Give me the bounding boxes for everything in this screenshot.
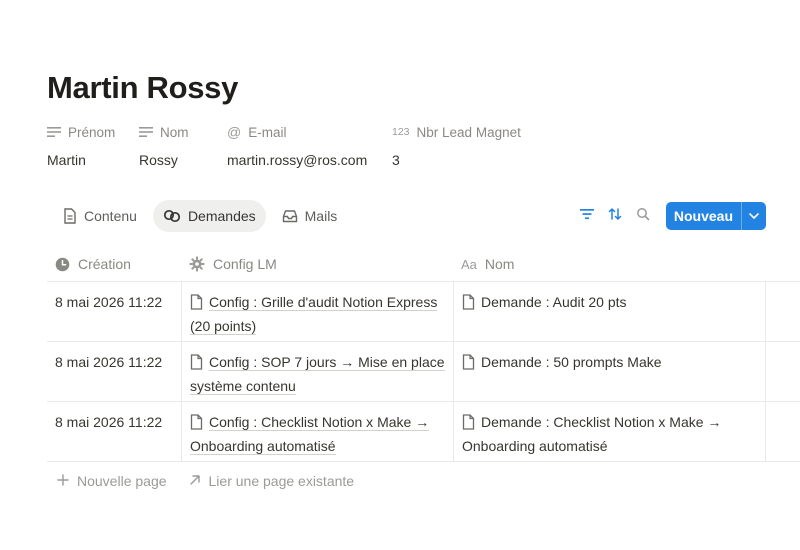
column-label: Nom: [484, 256, 515, 272]
property-label: Nom: [160, 124, 189, 140]
cell-creation: 8 mai 2026 11:22: [55, 354, 163, 370]
link-existing-page-button[interactable]: Lier une page existante: [189, 473, 355, 489]
tab-mails[interactable]: Mails: [272, 200, 348, 232]
arrow-up-right-icon: [189, 473, 201, 489]
new-button-label[interactable]: Nouveau: [666, 202, 741, 230]
property-label: Prénom: [68, 124, 116, 140]
gear-icon: [189, 256, 205, 272]
page-icon: [190, 294, 203, 316]
tab-label: Demandes: [187, 208, 256, 224]
filter-button[interactable]: [576, 202, 598, 230]
cell-nom[interactable]: Demande : Audit 20 pts: [453, 282, 765, 341]
column-header-config-lm[interactable]: Config LM: [181, 247, 453, 281]
cell-creation: 8 mai 2026 11:22: [55, 414, 163, 430]
property-value[interactable]: martin.rossy@ros.com: [227, 152, 367, 168]
cell-config[interactable]: Config : Grille d'audit Notion Express (…: [181, 282, 453, 341]
chevron-down-icon[interactable]: [741, 202, 766, 230]
tab-demandes[interactable]: Demandes: [152, 200, 266, 232]
cell-config[interactable]: Config : SOP 7 jours → Mise en place sys…: [181, 342, 453, 401]
property-nom[interactable]: Nom Rossy: [139, 124, 189, 168]
page-name[interactable]: Demande : Checklist Notion x Make → Onbo…: [462, 414, 721, 454]
filter-icon: [579, 207, 594, 225]
title-icon: Aa: [461, 256, 477, 272]
property-label: Nbr Lead Magnet: [416, 124, 521, 140]
tab-contenu[interactable]: Contenu: [53, 200, 147, 232]
page-title: Martin Rossy: [47, 70, 239, 105]
inbox-icon: [282, 209, 298, 223]
page-icon: [190, 414, 203, 436]
number-icon: 123: [392, 126, 410, 138]
column-label: Création: [78, 256, 131, 272]
relation-link[interactable]: Config : SOP 7 jours → Mise en place sys…: [190, 354, 445, 395]
tab-label: Contenu: [84, 208, 137, 224]
page-icon: [462, 414, 475, 436]
property-value[interactable]: 3: [392, 152, 521, 168]
page: Martin Rossy Prénom Martin Nom Rossy @ E…: [0, 0, 800, 550]
property-value[interactable]: Martin: [47, 152, 115, 168]
property-email[interactable]: @ E-mail martin.rossy@ros.com: [227, 124, 367, 168]
column-header-empty: [765, 247, 800, 281]
text-lines-icon: [47, 126, 61, 138]
property-label: E-mail: [248, 124, 287, 140]
table-header: Création Config LM Aa Nom: [47, 247, 800, 282]
page-icon: [462, 294, 475, 316]
new-page-button[interactable]: Nouvelle page: [57, 473, 167, 489]
page-icon: [190, 354, 203, 376]
property-prenom[interactable]: Prénom Martin: [47, 124, 115, 168]
view-tabs: Contenu Demandes Mails: [53, 200, 347, 232]
document-icon: [63, 208, 77, 224]
table-row[interactable]: 8 mai 2026 11:22 Config : Checklist Noti…: [47, 402, 800, 462]
table-row[interactable]: 8 mai 2026 11:22 Config : SOP 7 jours → …: [47, 342, 800, 402]
cell-config[interactable]: Config : Checklist Notion x Make → Onboa…: [181, 402, 453, 461]
plus-icon: [57, 473, 69, 489]
toolbar: Nouveau: [576, 202, 766, 230]
database-table: Création Config LM Aa Nom 8 mai 2026 11:…: [47, 247, 800, 500]
tab-label: Mails: [304, 208, 338, 224]
cell-creation: 8 mai 2026 11:22: [55, 294, 163, 310]
cell-empty: [765, 282, 800, 341]
page-icon: [462, 354, 475, 376]
at-icon: @: [227, 124, 242, 140]
column-header-nom[interactable]: Aa Nom: [453, 247, 765, 281]
search-icon: [636, 207, 650, 226]
table-footer: Nouvelle page Lier une page existante: [47, 462, 800, 500]
search-button[interactable]: [632, 202, 654, 230]
relation-link[interactable]: Config : Grille d'audit Notion Express (…: [190, 294, 438, 335]
relation-link[interactable]: Config : Checklist Notion x Make → Onboa…: [190, 414, 430, 455]
column-label: Config LM: [213, 256, 277, 272]
page-name[interactable]: Demande : Audit 20 pts: [481, 294, 627, 310]
column-header-creation[interactable]: Création: [47, 247, 181, 281]
cell-empty: [765, 342, 800, 401]
text-lines-icon: [139, 126, 153, 138]
clock-icon: [55, 257, 70, 272]
page-name[interactable]: Demande : 50 prompts Make: [481, 354, 662, 370]
sort-button[interactable]: [604, 202, 626, 230]
cell-empty: [765, 402, 800, 461]
property-nbr-lead-magnet[interactable]: 123 Nbr Lead Magnet 3: [392, 124, 521, 169]
sort-icon: [608, 207, 622, 226]
cell-nom[interactable]: Demande : 50 prompts Make: [453, 342, 765, 401]
table-row[interactable]: 8 mai 2026 11:22 Config : Grille d'audit…: [47, 282, 800, 342]
link-existing-label: Lier une page existante: [208, 473, 355, 489]
property-value[interactable]: Rossy: [139, 152, 189, 168]
relation-icon: [163, 209, 181, 223]
new-page-label: Nouvelle page: [77, 473, 167, 489]
new-button[interactable]: Nouveau: [665, 202, 766, 230]
cell-nom[interactable]: Demande : Checklist Notion x Make → Onbo…: [453, 402, 765, 461]
